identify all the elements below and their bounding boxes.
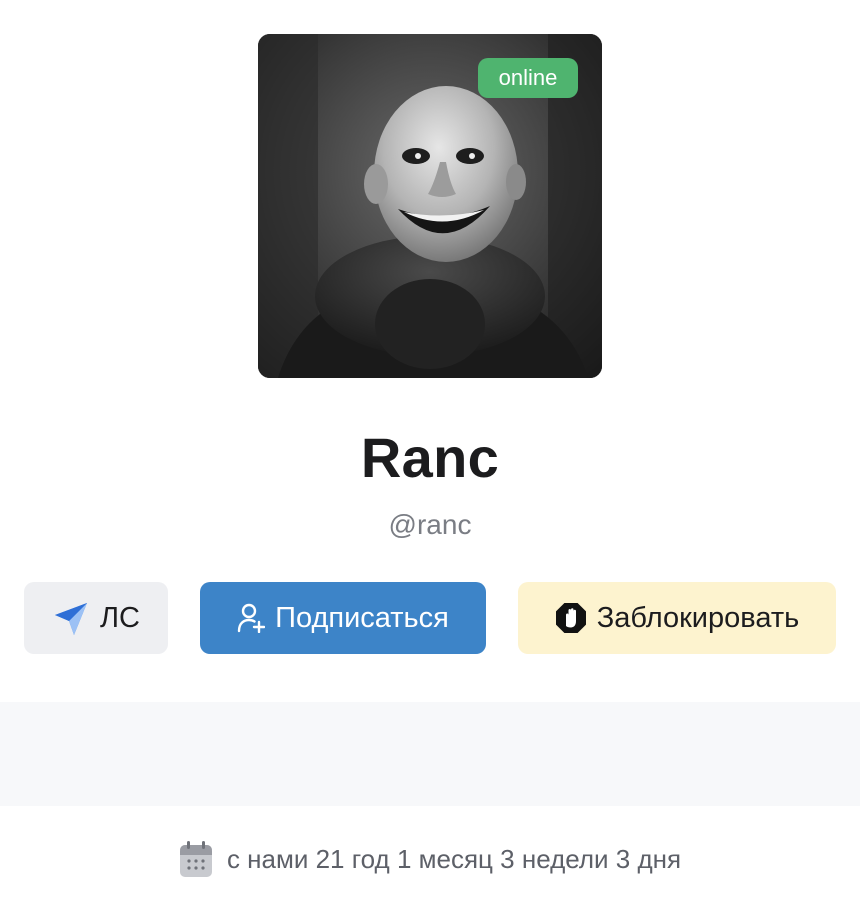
profile-page: online Ranc @ranc ЛС Подписаться Заблоки… xyxy=(0,0,860,914)
subscribe-button[interactable]: Подписаться xyxy=(200,582,486,654)
block-button[interactable]: Заблокировать xyxy=(518,582,836,654)
profile-display-name: Ranc xyxy=(360,426,500,489)
paper-plane-icon xyxy=(52,599,90,637)
user-plus-icon xyxy=(237,603,266,633)
pm-button-label: ЛС xyxy=(100,601,140,634)
block-button-label: Заблокировать xyxy=(596,601,800,634)
pm-button[interactable]: ЛС xyxy=(24,582,168,654)
subscribe-button-label: Подписаться xyxy=(275,601,449,634)
stats-band xyxy=(0,702,860,806)
calendar-icon xyxy=(179,840,213,878)
member-since: с нами 21 год 1 месяц 3 недели 3 дня xyxy=(0,840,860,878)
status-badge: online xyxy=(478,58,578,98)
member-since-text: с нами 21 год 1 месяц 3 недели 3 дня xyxy=(226,843,682,874)
profile-username: @ranc xyxy=(388,509,472,540)
stop-hand-icon xyxy=(555,602,587,634)
